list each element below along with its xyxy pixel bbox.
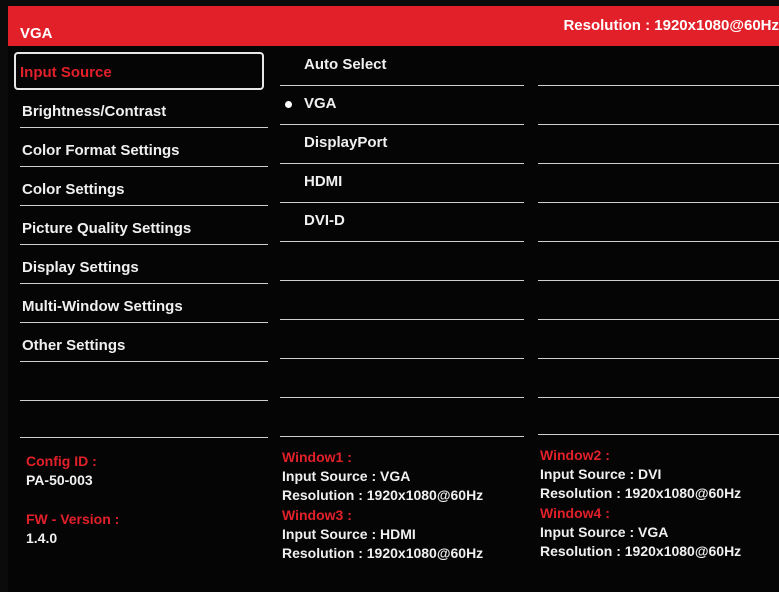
menu-item-other-settings[interactable]: Other Settings <box>20 325 268 363</box>
window3-resolution: Resolution : 1920x1080@60Hz <box>282 545 484 561</box>
window2-title: Window2 : <box>540 447 610 463</box>
option-divider <box>280 319 524 320</box>
option-divider <box>538 85 779 86</box>
menu-divider <box>20 322 268 323</box>
menu-item-label: Color Settings <box>22 181 125 198</box>
menu-divider <box>20 127 268 128</box>
option-divider <box>538 202 779 203</box>
window4-input: Input Source : VGA <box>540 524 669 540</box>
header-bar: VGA Resolution : 1920x1080@60Hz <box>8 6 779 46</box>
menu-divider <box>20 283 268 284</box>
window1-resolution: Resolution : 1920x1080@60Hz <box>282 487 484 503</box>
option-divider <box>280 85 524 86</box>
option-label: HDMI <box>304 173 343 190</box>
firmware-info: FW - Version : 1.4.0 <box>26 510 119 548</box>
menu-item-color-format-settings[interactable]: Color Format Settings <box>20 130 268 168</box>
option-divider <box>280 124 524 125</box>
fw-version-value: 1.4.0 <box>26 530 58 546</box>
menu-divider <box>20 361 268 362</box>
menu-item-input-source[interactable]: Input Source <box>14 52 264 90</box>
option-divider <box>280 436 524 437</box>
menu-divider <box>20 205 268 206</box>
window2-input: Input Source : DVI <box>540 466 662 482</box>
option-displayport[interactable]: DisplayPort <box>280 126 524 164</box>
option-divider <box>538 397 779 398</box>
menu-divider <box>20 166 268 167</box>
menu-item-label: Other Settings <box>22 337 126 354</box>
option-divider <box>280 241 524 242</box>
window4-title: Window4 : <box>540 505 610 521</box>
window4-info: Window4 : Input Source : VGA Resolution … <box>540 504 741 561</box>
option-auto-select[interactable]: Auto Select <box>280 48 524 86</box>
window3-title: Window3 : <box>282 507 352 523</box>
window4-resolution: Resolution : 1920x1080@60Hz <box>540 543 742 559</box>
option-divider <box>538 163 779 164</box>
option-divider <box>538 124 779 125</box>
menu-item-color-settings[interactable]: Color Settings <box>20 169 268 207</box>
option-dvi-d[interactable]: DVI-D <box>280 204 524 242</box>
menu-item-multi-window-settings[interactable]: Multi-Window Settings <box>20 286 268 324</box>
option-divider <box>280 202 524 203</box>
option-divider <box>538 280 779 281</box>
option-label: DVI-D <box>304 212 345 229</box>
option-divider <box>538 358 779 359</box>
window2-resolution: Resolution : 1920x1080@60Hz <box>540 485 742 501</box>
fw-version-label: FW - Version : <box>26 511 120 527</box>
config-id-label: Config ID : <box>26 453 97 469</box>
option-hdmi[interactable]: HDMI <box>280 165 524 203</box>
menu-item-label: Multi-Window Settings <box>22 298 183 315</box>
option-vga[interactable]: VGA <box>280 87 524 125</box>
menu-divider <box>20 400 268 401</box>
menu-item-label: Color Format Settings <box>22 142 180 159</box>
option-divider <box>280 280 524 281</box>
menu-divider <box>20 244 268 245</box>
window1-input: Input Source : VGA <box>282 468 411 484</box>
option-divider <box>280 163 524 164</box>
menu-item-label: Brightness/Contrast <box>22 103 167 120</box>
config-id-value: PA-50-003 <box>26 472 93 488</box>
window1-info: Window1 : Input Source : VGA Resolution … <box>282 448 483 505</box>
menu-divider <box>20 437 268 438</box>
option-divider <box>538 434 779 435</box>
header-resolution: Resolution : 1920x1080@60Hz <box>563 17 779 34</box>
option-divider <box>538 319 779 320</box>
option-label: DisplayPort <box>304 134 388 151</box>
window2-info: Window2 : Input Source : DVI Resolution … <box>540 446 741 503</box>
menu-item-label: Display Settings <box>22 259 139 276</box>
option-divider <box>538 241 779 242</box>
window3-info: Window3 : Input Source : HDMI Resolution… <box>282 506 483 563</box>
menu-item-picture-quality-settings[interactable]: Picture Quality Settings <box>20 208 268 246</box>
option-label: VGA <box>304 95 337 112</box>
current-input-title: VGA <box>20 25 53 42</box>
window3-input: Input Source : HDMI <box>282 526 416 542</box>
menu-item-label: Input Source <box>20 64 112 81</box>
menu-item-label: Picture Quality Settings <box>22 220 192 237</box>
option-divider <box>280 397 524 398</box>
window1-title: Window1 : <box>282 449 352 465</box>
config-info: Config ID : PA-50-003 <box>26 452 97 490</box>
option-label: Auto Select <box>304 56 387 73</box>
menu-item-display-settings[interactable]: Display Settings <box>20 247 268 285</box>
menu-item-brightness-contrast[interactable]: Brightness/Contrast <box>20 91 268 129</box>
option-divider <box>280 358 524 359</box>
selected-dot-icon <box>285 101 292 108</box>
